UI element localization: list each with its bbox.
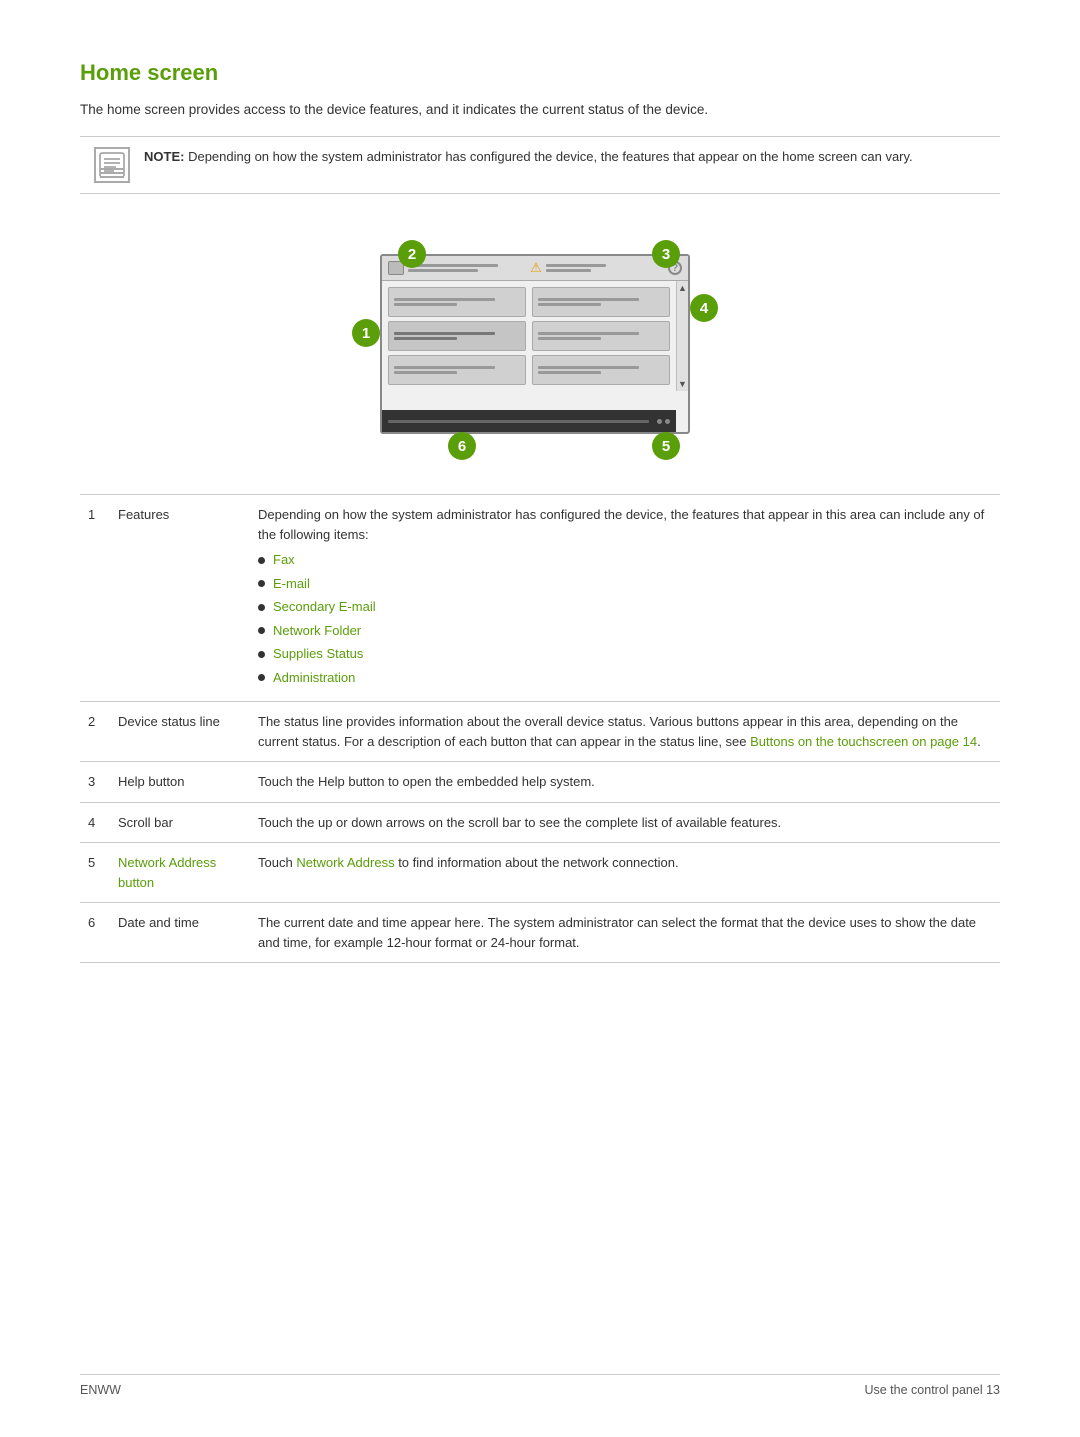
feature-btn-6 bbox=[532, 355, 670, 385]
row-5-content: Touch Network Address to find informatio… bbox=[250, 843, 1000, 903]
bullet-dot bbox=[258, 674, 265, 681]
network-address-inline-link[interactable]: Network Address bbox=[296, 855, 394, 870]
status-bar: ⚠ ? bbox=[382, 256, 688, 281]
bottom-dots bbox=[657, 419, 670, 424]
network-address-label-link[interactable]: Network Address button bbox=[118, 855, 216, 890]
device-screen: ⚠ ? bbox=[380, 254, 690, 434]
dot-2 bbox=[665, 419, 670, 424]
row-4-content: Touch the up or down arrows on the scrol… bbox=[250, 802, 1000, 843]
row-1-number: 1 bbox=[80, 495, 110, 702]
row-2-number: 2 bbox=[80, 702, 110, 762]
bullet-dot bbox=[258, 557, 265, 564]
note-content: NOTE: Depending on how the system admini… bbox=[144, 147, 913, 167]
table-row-6: 6 Date and time The current date and tim… bbox=[80, 903, 1000, 963]
administration-link[interactable]: Administration bbox=[273, 668, 355, 688]
row-5-label: Network Address button bbox=[110, 843, 250, 903]
note-label: NOTE: bbox=[144, 149, 184, 164]
bullet-dot bbox=[258, 580, 265, 587]
feature-btn-5 bbox=[388, 355, 526, 385]
row-2-content: The status line provides information abo… bbox=[250, 702, 1000, 762]
feature-row-1 bbox=[388, 287, 670, 317]
row-2-desc-end: . bbox=[977, 734, 981, 749]
features-list: Fax E-mail Secondary E-mail Network Fold… bbox=[258, 550, 992, 687]
row-5-desc-pre: Touch bbox=[258, 855, 296, 870]
network-folder-link[interactable]: Network Folder bbox=[273, 621, 361, 641]
list-item-email: E-mail bbox=[258, 574, 992, 594]
row-3-number: 3 bbox=[80, 762, 110, 803]
table-row-4: 4 Scroll bar Touch the up or down arrows… bbox=[80, 802, 1000, 843]
status-bar-lines bbox=[408, 264, 526, 272]
list-item-network-folder: Network Folder bbox=[258, 621, 992, 641]
bullet-dot bbox=[258, 604, 265, 611]
alert-icon: ⚠ bbox=[530, 260, 542, 276]
fax-link[interactable]: Fax bbox=[273, 550, 295, 570]
badge-4: 4 bbox=[690, 294, 718, 322]
badge-5: 5 bbox=[652, 432, 680, 460]
row-3-desc: Touch the Help button to open the embedd… bbox=[258, 774, 595, 789]
note-icon bbox=[94, 147, 130, 183]
scroll-down-arrow[interactable]: ▼ bbox=[678, 379, 687, 389]
bullet-dot bbox=[258, 627, 265, 634]
row-4-desc: Touch the up or down arrows on the scrol… bbox=[258, 815, 781, 830]
table-row-5: 5 Network Address button Touch Network A… bbox=[80, 843, 1000, 903]
bottom-bar bbox=[382, 410, 676, 432]
row-1-label: Features bbox=[110, 495, 250, 702]
footer-left: ENWW bbox=[80, 1383, 121, 1397]
list-item-administration: Administration bbox=[258, 668, 992, 688]
features-area bbox=[382, 281, 676, 391]
table-row-2: 2 Device status line The status line pro… bbox=[80, 702, 1000, 762]
row-5-desc-post: to find information about the network co… bbox=[395, 855, 679, 870]
row-3-content: Touch the Help button to open the embedd… bbox=[250, 762, 1000, 803]
list-item-fax: Fax bbox=[258, 550, 992, 570]
feature-btn-1 bbox=[388, 287, 526, 317]
status-bar-lines-2 bbox=[546, 264, 664, 272]
feature-btn-2 bbox=[532, 287, 670, 317]
note-text: Depending on how the system administrato… bbox=[188, 149, 913, 164]
feature-btn-3 bbox=[388, 321, 526, 351]
bullet-dot bbox=[258, 651, 265, 658]
feature-row-3 bbox=[388, 355, 670, 385]
table-row-1: 1 Features Depending on how the system a… bbox=[80, 495, 1000, 702]
footer-right: Use the control panel 13 bbox=[864, 1383, 1000, 1397]
feature-btn-4 bbox=[532, 321, 670, 351]
row-2-label: Device status line bbox=[110, 702, 250, 762]
bottom-line-1 bbox=[388, 420, 649, 423]
dot-1 bbox=[657, 419, 662, 424]
intro-text: The home screen provides access to the d… bbox=[80, 100, 1000, 120]
row-6-content: The current date and time appear here. T… bbox=[250, 903, 1000, 963]
row-3-label: Help button bbox=[110, 762, 250, 803]
email-link[interactable]: E-mail bbox=[273, 574, 310, 594]
row-6-number: 6 bbox=[80, 903, 110, 963]
row-4-label: Scroll bar bbox=[110, 802, 250, 843]
device-diagram: 1 2 3 4 5 6 ⚠ ? bbox=[290, 214, 790, 474]
list-item-supplies-status: Supplies Status bbox=[258, 644, 992, 664]
row-4-number: 4 bbox=[80, 802, 110, 843]
feature-row-2 bbox=[388, 321, 670, 351]
row-6-desc: The current date and time appear here. T… bbox=[258, 915, 976, 950]
scroll-bar[interactable]: ▲ ▼ bbox=[676, 281, 688, 391]
row-5-number: 5 bbox=[80, 843, 110, 903]
features-table: 1 Features Depending on how the system a… bbox=[80, 494, 1000, 963]
row-6-label: Date and time bbox=[110, 903, 250, 963]
page-title: Home screen bbox=[80, 60, 1000, 86]
row-1-content: Depending on how the system administrato… bbox=[250, 495, 1000, 702]
table-row-3: 3 Help button Touch the Help button to o… bbox=[80, 762, 1000, 803]
footer: ENWW Use the control panel 13 bbox=[80, 1374, 1000, 1397]
badge-1: 1 bbox=[352, 319, 380, 347]
touchscreen-link[interactable]: Buttons on the touchscreen on page 14 bbox=[750, 734, 977, 749]
note-box: NOTE: Depending on how the system admini… bbox=[80, 136, 1000, 194]
supplies-status-link[interactable]: Supplies Status bbox=[273, 644, 363, 664]
scroll-up-arrow[interactable]: ▲ bbox=[678, 283, 687, 293]
row-1-desc: Depending on how the system administrato… bbox=[258, 507, 984, 542]
secondary-email-link[interactable]: Secondary E-mail bbox=[273, 597, 376, 617]
list-item-secondary-email: Secondary E-mail bbox=[258, 597, 992, 617]
badge-6: 6 bbox=[448, 432, 476, 460]
